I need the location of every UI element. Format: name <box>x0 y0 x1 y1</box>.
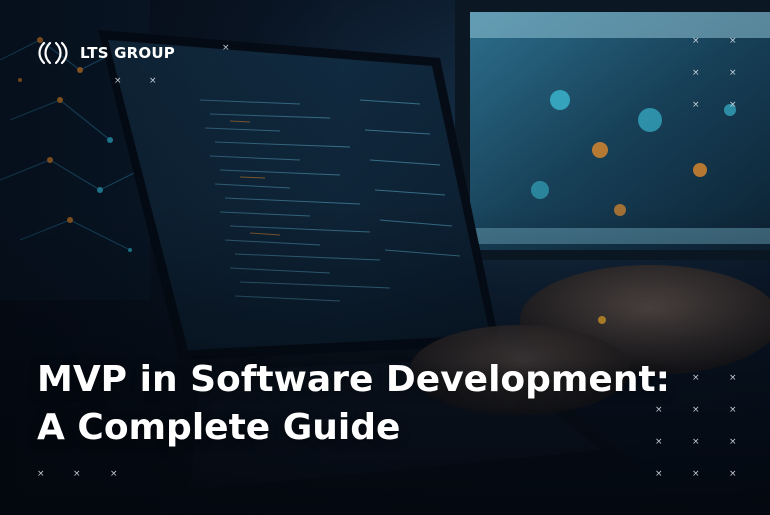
right-monitor <box>455 0 770 260</box>
title-line-2: A Complete Guide <box>37 407 401 448</box>
lts-logo-icon <box>38 41 68 65</box>
article-banner: LTS GROUP MVP in Software Development: A… <box>0 0 770 515</box>
brand-name: LTS GROUP <box>80 44 175 62</box>
brand-logo: LTS GROUP <box>38 38 175 68</box>
title-line-1: MVP in Software Development: <box>37 359 671 400</box>
laptop-screen <box>98 30 500 360</box>
page-title: MVP in Software Development: A Complete … <box>37 356 737 452</box>
